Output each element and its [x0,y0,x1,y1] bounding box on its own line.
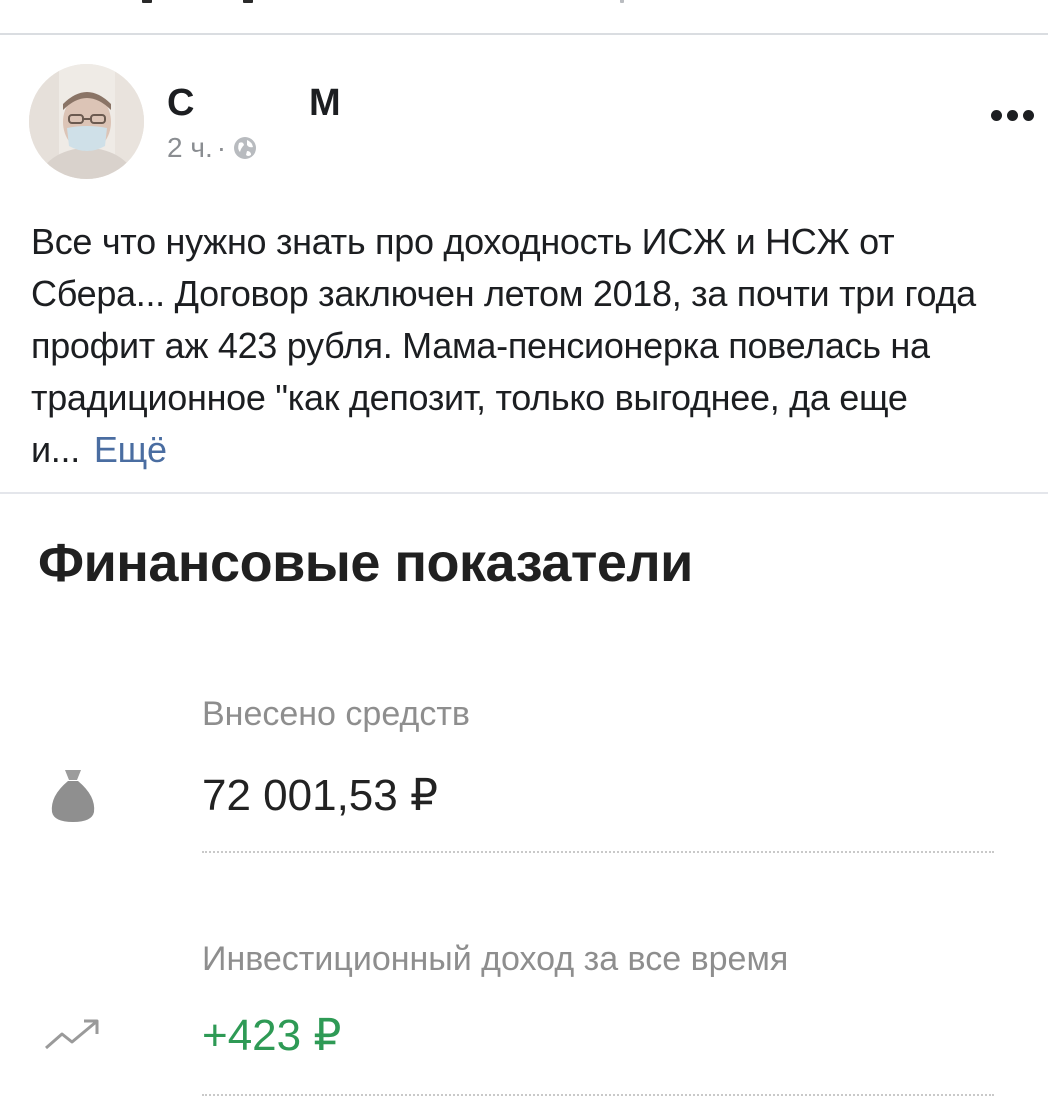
divider [202,851,994,853]
more-dot [990,109,1002,121]
investment-income-value: +423 ₽ [202,1011,342,1060]
more-dot [1006,109,1018,121]
facebook-post-screen: С М 2 ч. · Все что нужно знать про доход… [0,0,1048,1100]
see-more-link[interactable]: Ещё [94,429,167,470]
post-text: Все что нужно знать про доходность ИСЖ и… [31,221,976,470]
more-dot [1022,109,1034,121]
meta-separator: · [216,132,227,163]
post-time[interactable]: 2 ч. [167,134,213,162]
financial-indicators-title: Финансовые показатели [38,533,693,593]
contributed-funds-label: Внесено средств [202,695,470,733]
more-options-button[interactable] [984,103,1040,127]
author-last-name[interactable]: М [309,84,341,122]
avatar-photo [29,64,144,179]
divider [202,1094,994,1096]
post-meta: 2 ч. · [167,134,258,162]
author-avatar[interactable] [29,64,144,179]
post-body: Все что нужно знать про доходность ИСЖ и… [31,216,1031,476]
trend-up-icon [45,1019,99,1050]
globe-icon [234,137,257,159]
previous-content-strip [0,0,1048,35]
money-bag-icon [51,770,95,822]
contributed-funds-value: 72 001,53 ₽ [202,771,438,820]
investment-income-label: Инвестиционный доход за все время [202,940,789,978]
attached-screenshot[interactable]: Финансовые показатели Внесено средств 72… [0,492,1048,1100]
author-first-name[interactable]: С [167,84,194,122]
